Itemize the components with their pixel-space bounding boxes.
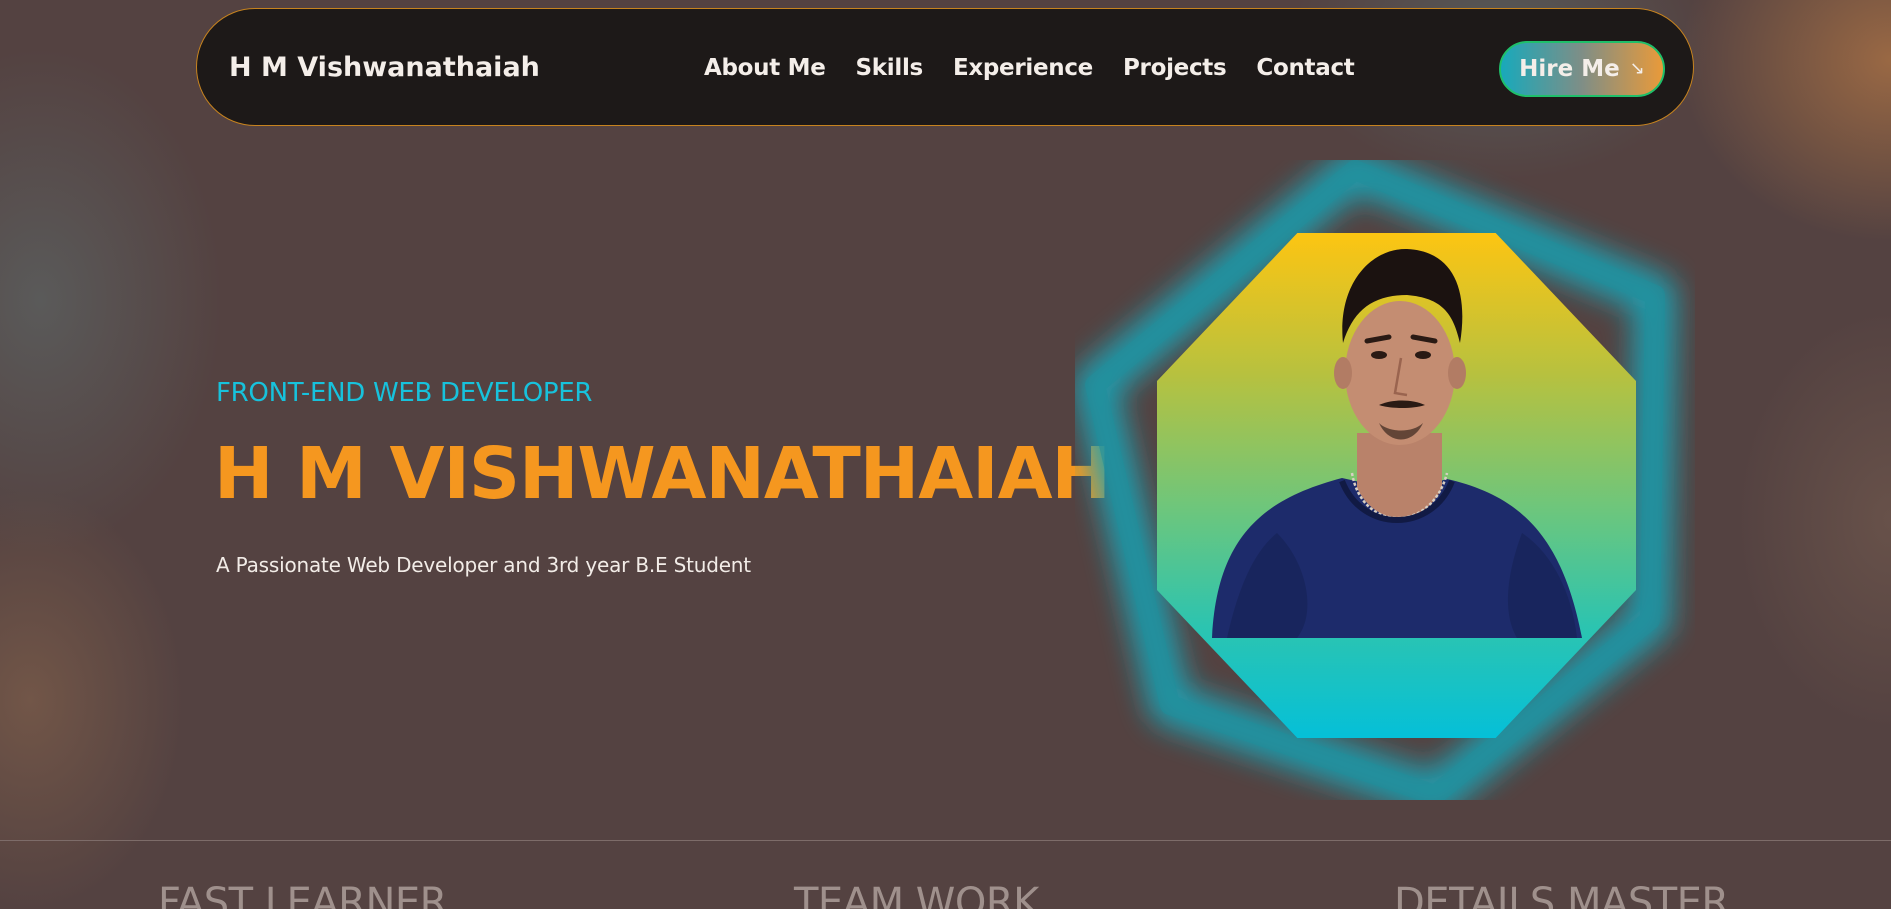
nav-link-projects[interactable]: Projects bbox=[1123, 55, 1227, 81]
hero-description: A Passionate Web Developer and 3rd year … bbox=[216, 553, 751, 577]
feature-team-work: TEAM WORK bbox=[794, 880, 1039, 909]
brand-logo[interactable]: H M Vishwanathaiah bbox=[229, 9, 540, 127]
hero-name: H M VISHWANATHAIAH bbox=[214, 432, 1111, 515]
page: H M Vishwanathaiah About Me Skills Exper… bbox=[0, 0, 1891, 909]
nav-link-experience[interactable]: Experience bbox=[953, 55, 1093, 81]
nav-link-about-me[interactable]: About Me bbox=[704, 55, 826, 81]
section-divider bbox=[0, 840, 1891, 841]
hire-me-button[interactable]: Hire Me ↘ bbox=[1499, 41, 1665, 97]
nav-link-contact[interactable]: Contact bbox=[1256, 55, 1354, 81]
nav-link-skills[interactable]: Skills bbox=[856, 55, 924, 81]
hire-me-label: Hire Me bbox=[1519, 56, 1620, 82]
feature-fast-learner: FAST LEARNER bbox=[158, 880, 447, 909]
arrow-down-right-icon: ↘ bbox=[1629, 58, 1645, 79]
profile-photo-frame bbox=[1157, 233, 1636, 738]
hero-subtitle: FRONT-END WEB DEVELOPER bbox=[216, 378, 593, 408]
profile-photo bbox=[1212, 248, 1582, 638]
navbar: H M Vishwanathaiah About Me Skills Exper… bbox=[196, 8, 1694, 126]
feature-details-master: DETAILS MASTER bbox=[1394, 880, 1729, 909]
nav-links: About Me Skills Experience Projects Cont… bbox=[704, 9, 1355, 127]
